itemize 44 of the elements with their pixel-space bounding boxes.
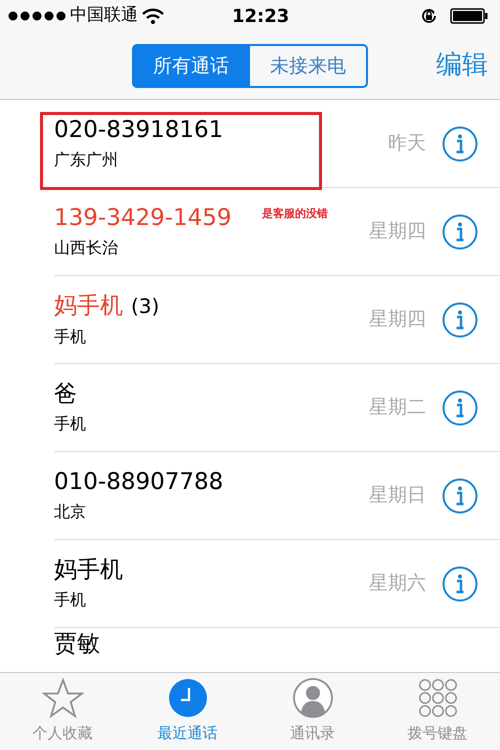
call-date: 星期六 xyxy=(369,571,426,596)
call-date: 星期日 xyxy=(369,483,426,508)
call-date: 昨天 xyxy=(388,131,426,156)
call-date: 星期四 xyxy=(369,307,426,332)
person-icon xyxy=(292,678,332,718)
info-icon[interactable] xyxy=(442,566,478,602)
info-icon[interactable] xyxy=(442,478,478,514)
caller-name: 爸 xyxy=(54,380,77,408)
segment-tab[interactable]: 未接来电 xyxy=(250,44,368,88)
call-date: 星期四 xyxy=(369,219,426,244)
tab-bar-item[interactable]: 拨号键盘 xyxy=(375,673,500,750)
annotation-note: 是客服的没错 xyxy=(262,206,328,222)
carrier-name: 中国联通 xyxy=(70,4,138,28)
tab-bar-item[interactable]: 最近通话 xyxy=(125,673,250,750)
call-location: 手机 xyxy=(54,412,87,434)
signal-icon xyxy=(8,11,66,21)
call-location: 北京 xyxy=(54,500,87,522)
rotation-lock-icon xyxy=(420,7,438,25)
info-icon[interactable] xyxy=(442,126,478,162)
call-location: 手机 xyxy=(54,326,87,348)
star-icon xyxy=(42,678,84,718)
edit-button[interactable]: 编辑 xyxy=(436,46,488,85)
call-location: 山西长治 xyxy=(54,236,119,258)
caller-name: 贾敏 xyxy=(54,630,100,658)
wifi-icon xyxy=(142,8,164,24)
caller-name: 妈手机 xyxy=(54,292,123,320)
caller-name: 020-83918161 xyxy=(54,116,224,144)
segment-tab[interactable]: 所有通话 xyxy=(132,44,250,88)
info-icon[interactable] xyxy=(442,390,478,426)
info-icon[interactable] xyxy=(442,302,478,338)
info-icon[interactable] xyxy=(442,214,478,250)
clock-icon xyxy=(168,678,208,718)
call-count: (3) xyxy=(131,292,160,320)
tab-bar-item[interactable]: 通讯录 xyxy=(250,673,375,750)
clock-time: 12:23 xyxy=(232,4,290,28)
call-date: 星期二 xyxy=(369,395,426,420)
battery-icon xyxy=(450,8,488,24)
call-location: 手机 xyxy=(54,588,87,610)
caller-name: 010-88907788 xyxy=(54,468,224,496)
keypad-icon xyxy=(418,678,458,718)
call-location: 广东广州 xyxy=(54,148,119,170)
tab-bar-item[interactable]: 个人收藏 xyxy=(0,673,125,750)
caller-name: 妈手机 xyxy=(54,556,123,584)
caller-name: 139-3429-1459 xyxy=(54,204,232,232)
